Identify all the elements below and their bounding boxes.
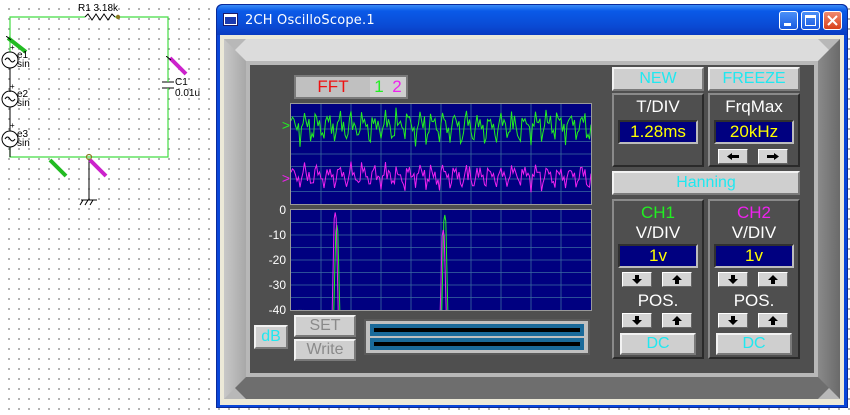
ch2-vdiv-up-button[interactable] — [758, 272, 788, 287]
fft-axis-tick-4: -40 — [268, 303, 286, 317]
level-meter — [364, 319, 590, 355]
capacitor-name: C1 — [175, 77, 188, 88]
arrow-down-icon — [728, 316, 738, 325]
ch1-pos-label: POS. — [637, 291, 679, 310]
time-domain-plot — [290, 104, 592, 204]
fft-axis-tick-0: 0 — [279, 203, 286, 217]
frqmax-increase-button[interactable] — [758, 149, 788, 164]
arrow-down-icon — [728, 275, 738, 284]
window-client-area: FFT 1 2 > > 0 -10 -20 -30 -40 dB SET Wri… — [220, 35, 844, 405]
fft-mode-button[interactable]: FFT — [296, 77, 370, 97]
oscilloscope-window: 2CH OscilloScope.1 FFT 1 2 > > 0 -10 -20… — [216, 4, 848, 408]
tdiv-label: T/DIV — [636, 97, 680, 116]
arrow-up-icon — [768, 275, 778, 284]
scope-bezel: FFT 1 2 > > 0 -10 -20 -30 -40 dB SET Wri… — [224, 39, 840, 399]
ch1-vdiv-down-button[interactable] — [622, 272, 652, 287]
ch2-coupling-button[interactable]: DC — [716, 333, 792, 355]
resistor-label: R1 3.18k — [78, 3, 119, 14]
circuit-schematic: R1 3.18k C1 0.01u + e1 sin + e2 sin + e3… — [0, 0, 215, 410]
new-button[interactable]: NEW — [612, 67, 704, 91]
frqmax-decrease-button[interactable] — [718, 149, 748, 164]
level-bar-ch1 — [370, 324, 584, 336]
frqmax-group: FrqMax 20kHz — [708, 93, 800, 167]
ch2-group: CH2 V/DIV 1v POS. DC — [708, 199, 800, 359]
ch2-vdiv-label: V/DIV — [731, 223, 777, 242]
ch1-coupling-button[interactable]: DC — [620, 333, 696, 355]
fft-axis-tick-3: -30 — [268, 278, 286, 292]
ch2-vdiv-down-button[interactable] — [718, 272, 748, 287]
source-e2-type: sin — [17, 98, 30, 109]
ch1-marker: > — [281, 117, 290, 133]
source-e3-type: sin — [17, 138, 30, 149]
tdiv-group: T/DIV 1.28ms — [612, 93, 704, 167]
scope-panel: FFT 1 2 > > 0 -10 -20 -30 -40 dB SET Wri… — [250, 65, 814, 373]
level-bar-ch2 — [370, 338, 584, 350]
probe-ground-ch2-icon[interactable] — [88, 158, 110, 180]
ch2-pos-up-button[interactable] — [758, 313, 788, 328]
db-button[interactable]: dB — [254, 325, 288, 349]
ch1-vdiv-up-button[interactable] — [662, 272, 692, 287]
fft-axis-tick-2: -20 — [268, 253, 286, 267]
window-function-button[interactable]: Hanning — [612, 171, 800, 195]
ch2-toggle[interactable]: 2 — [388, 77, 406, 97]
arrow-up-icon — [768, 316, 778, 325]
window-app-icon — [223, 13, 238, 26]
ch1-pos-up-button[interactable] — [662, 313, 692, 328]
arrow-up-icon — [672, 316, 682, 325]
ch1-group: CH1 V/DIV 1v POS. DC — [612, 199, 704, 359]
ch1-toggle[interactable]: 1 — [370, 77, 388, 97]
ch2-title: CH2 — [736, 203, 771, 222]
close-icon — [827, 15, 838, 26]
frqmax-label: FrqMax — [725, 97, 783, 116]
fft-axis-tick-1: -10 — [268, 228, 286, 242]
freeze-button[interactable]: FREEZE — [708, 67, 800, 91]
probe-ch2-icon[interactable] — [166, 56, 188, 78]
arrow-down-icon — [632, 316, 642, 325]
set-button[interactable]: SET — [294, 315, 356, 337]
ch1-title: CH1 — [640, 203, 675, 222]
arrow-up-icon — [672, 275, 682, 284]
close-button[interactable] — [823, 11, 842, 30]
write-button[interactable]: Write — [294, 339, 356, 361]
capacitor-value: 0.01u — [175, 88, 201, 99]
minimize-button[interactable] — [779, 11, 798, 30]
ch2-marker: > — [281, 170, 290, 186]
ch2-pos-label: POS. — [733, 291, 775, 310]
ch1-pos-down-button[interactable] — [622, 313, 652, 328]
fft-plot — [291, 210, 591, 317]
ch2-pos-down-button[interactable] — [718, 313, 748, 328]
time-domain-screen[interactable] — [290, 103, 592, 205]
ch1-vdiv-label: V/DIV — [635, 223, 681, 242]
source-e1-type: sin — [17, 59, 30, 70]
window-title: 2CH OscilloScope.1 — [245, 13, 375, 28]
arrow-left-icon — [727, 153, 739, 160]
maximize-button[interactable] — [801, 11, 820, 30]
maximize-icon — [805, 15, 816, 26]
fft-screen[interactable] — [290, 209, 592, 317]
title-bar[interactable]: 2CH OscilloScope.1 — [217, 5, 847, 35]
probe-ground-ch1-icon[interactable] — [48, 158, 70, 180]
tdiv-value: 1.28ms — [618, 120, 698, 144]
ch2-vdiv-value: 1v — [714, 244, 794, 268]
arrow-right-icon — [767, 153, 779, 160]
arrow-down-icon — [632, 275, 642, 284]
ch1-vdiv-value: 1v — [618, 244, 698, 268]
minimize-icon — [784, 23, 791, 26]
frqmax-value: 20kHz — [714, 120, 794, 144]
mode-tab-bar: FFT 1 2 — [294, 75, 408, 99]
